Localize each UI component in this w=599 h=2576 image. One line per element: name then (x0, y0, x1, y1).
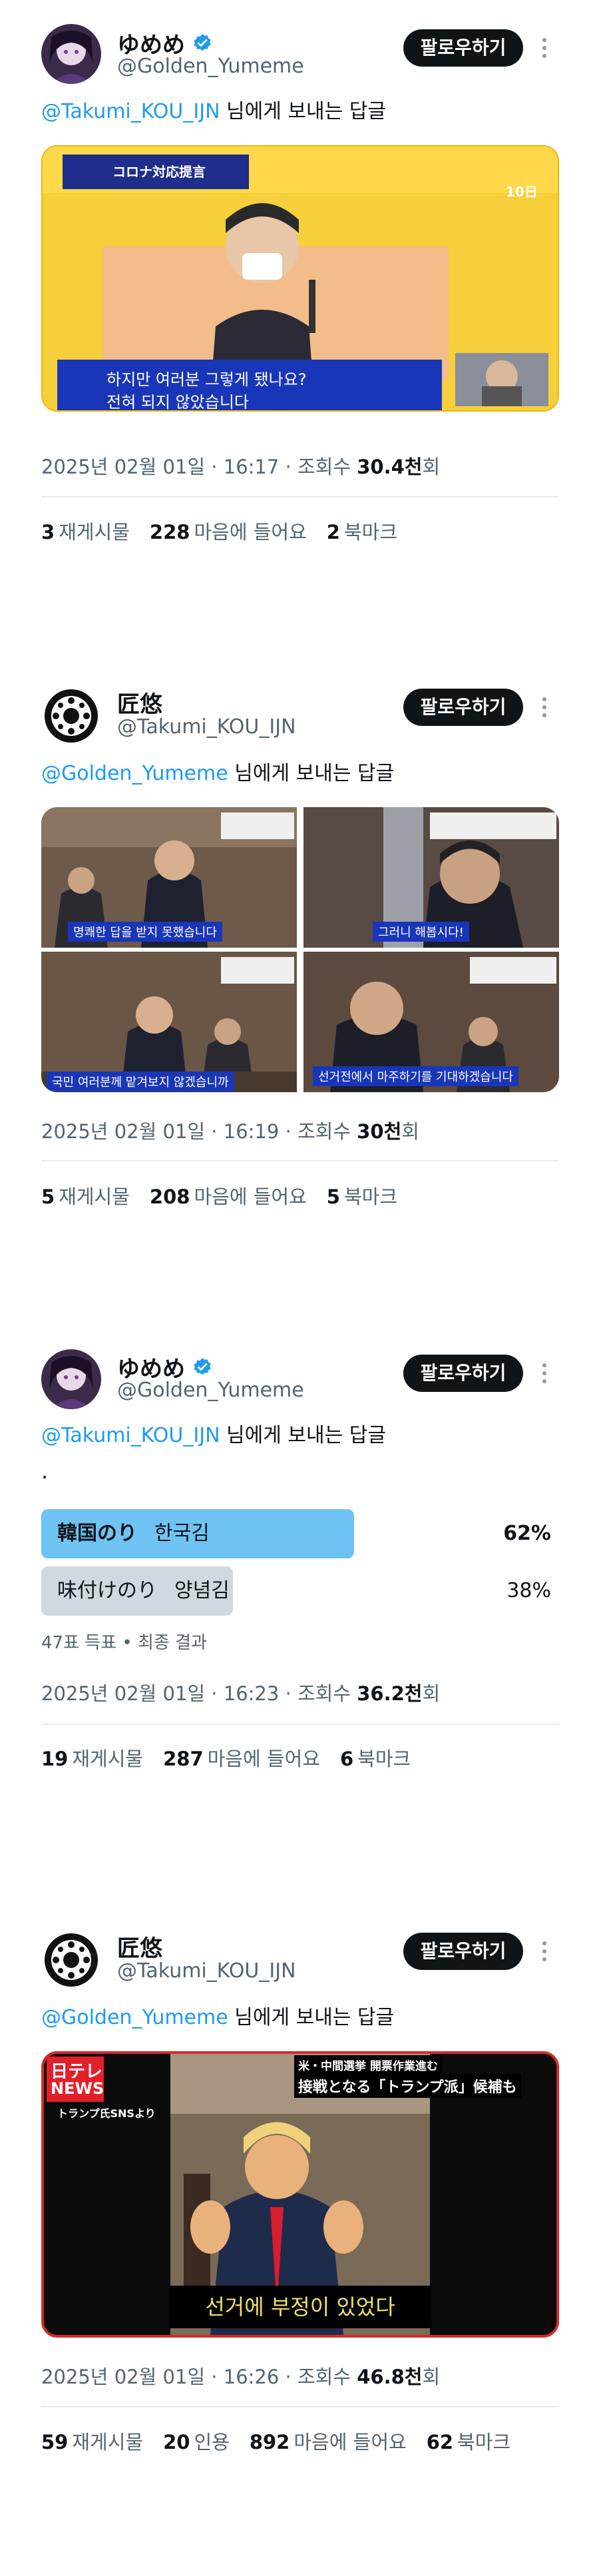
video-media[interactable]: 日テレ NEWS トランプ氏SNSより 米・中間選挙 開票作業進む 接戦となる「… (41, 2051, 559, 2338)
display-name[interactable]: 匠悠 (117, 686, 162, 719)
reply-suffix: 님에게 보내는 답글 (228, 762, 395, 785)
bookmark-stat[interactable]: 62 북마크 (427, 2427, 510, 2455)
tweet-meta: 2025년 02월 01일 · 16:17 · 조회수 30.4천회 (41, 452, 440, 480)
follow-button[interactable]: 팔로우하기 (403, 1933, 523, 1970)
reply-mention-link[interactable]: @Takumi_KOU_IJN (41, 100, 220, 123)
reply-mention-link[interactable]: @Golden_Yumeme (41, 2006, 228, 2029)
video-media[interactable]: コロナ対応提言 10日 하지만 여러분 그렇게 됐나요? 전혀 되지 않았습니다 (41, 145, 559, 412)
tweet-meta: 2025년 02월 01일 · 16:19 · 조회수 30천회 (41, 1116, 419, 1144)
view-count: 36.2천 (357, 1682, 423, 1705)
poll-option-label: 韓国のり 한국김 (57, 1522, 210, 1545)
name-row: 匠悠 (117, 1930, 162, 1963)
follow-button[interactable]: 팔로우하기 (403, 689, 523, 726)
more-options-icon[interactable] (538, 1360, 551, 1387)
avatar[interactable] (41, 24, 101, 84)
verified-badge-icon (194, 33, 211, 51)
tv-corner: 10日 (506, 184, 538, 200)
poll-footer: 47표 득표 • 최종 결과 (41, 1633, 207, 1653)
avatar[interactable] (41, 1930, 101, 1990)
grid-image-2[interactable]: 그러니 해봅시다! (303, 807, 559, 948)
follow-button[interactable]: 팔로우하기 (403, 1355, 523, 1392)
retweet-stat[interactable]: 3 재게시물 (41, 517, 130, 545)
timestamp[interactable]: 2025년 02월 01일 · 16:19 · 조회수 (41, 1120, 357, 1143)
logo-bottom: NEWS (51, 2079, 104, 2098)
tweet-stats: 5 재게시물 208 마음에 들어요 5 북마크 (41, 1181, 397, 1209)
view-suffix: 회 (422, 456, 441, 478)
divider (41, 496, 559, 497)
like-stat[interactable]: 287 마음에 들어요 (163, 1744, 320, 1771)
headline-top: 米・中間選挙 開票作業進む (294, 2055, 442, 2075)
name-row: 匠悠 (117, 686, 162, 719)
headline-main: 接戦となる「トランプ派」候補も (294, 2074, 521, 2098)
retweet-stat[interactable]: 5 재게시물 (41, 1181, 130, 1209)
bookmark-stat[interactable]: 5 북마크 (327, 1181, 397, 1209)
timestamp[interactable]: 2025년 02월 01일 · 16:26 · 조회수 (41, 2366, 357, 2388)
view-suffix: 회 (401, 1120, 419, 1143)
user-handle[interactable]: @Takumi_KOU_IJN (117, 1959, 296, 1983)
tweet-body: . (41, 1458, 49, 1484)
user-handle[interactable]: @Takumi_KOU_IJN (117, 715, 296, 739)
reply-context: @Takumi_KOU_IJN 님에게 보내는 답글 (41, 1419, 386, 1448)
grid-caption-1: 명쾌한 답을 받지 못했습니다 (68, 922, 222, 942)
poll-option-2: 味付けのり 양념김 38% (41, 1566, 559, 1616)
avatar[interactable] (41, 686, 101, 746)
image-grid: 명쾌한 답을 받지 못했습니다 그러니 해봅시다! 국민 여러분께 맡겨보지 않… (41, 807, 559, 1092)
grid-caption-3: 국민 여러분께 맡겨보지 않겠습니까 (47, 1072, 234, 1092)
tweet-stats: 3 재게시물 228 마음에 들어요 2 북마크 (41, 517, 397, 545)
tweet-meta: 2025년 02월 01일 · 16:23 · 조회수 36.2천회 (41, 1678, 440, 1706)
grid-image-4[interactable]: 선거전에서 마주하기를 기대하겠습니다 (303, 952, 559, 1092)
grid-caption-4: 선거전에서 마주하기를 기대하겠습니다 (313, 1066, 518, 1086)
reply-context: @Takumi_KOU_IJN 님에게 보내는 답글 (41, 95, 386, 124)
view-suffix: 회 (422, 1682, 441, 1705)
like-stat[interactable]: 892 마음에 들어요 (250, 2427, 407, 2455)
user-handle[interactable]: @Golden_Yumeme (117, 1379, 304, 1402)
more-options-icon[interactable] (538, 694, 551, 721)
timestamp[interactable]: 2025년 02월 01일 · 16:17 · 조회수 (41, 456, 357, 478)
like-stat[interactable]: 228 마음에 들어요 (150, 517, 307, 545)
tweet-meta: 2025년 02월 01일 · 16:26 · 조회수 46.8천회 (41, 2362, 440, 2390)
divider (41, 2406, 559, 2408)
follow-button[interactable]: 팔로우하기 (403, 29, 523, 67)
view-count: 30.4천 (357, 456, 423, 478)
reply-suffix: 님에게 보내는 답글 (228, 2006, 395, 2029)
news-source: トランプ氏SNSより (57, 2107, 156, 2120)
grid-image-1[interactable]: 명쾌한 답을 받지 못했습니다 (41, 807, 297, 948)
poll-percent: 38% (506, 1579, 551, 1602)
reply-mention-link[interactable]: @Golden_Yumeme (41, 762, 228, 785)
reply-suffix: 님에게 보내는 답글 (220, 1424, 386, 1447)
verified-badge-icon (194, 1357, 211, 1375)
tweet-stats: 19 재게시물 287 마음에 들어요 6 북마크 (41, 1744, 411, 1771)
display-name[interactable]: 匠悠 (117, 1930, 162, 1963)
user-handle[interactable]: @Golden_Yumeme (117, 55, 304, 78)
divider (41, 1724, 559, 1725)
poll-option-label: 味付けのり 양념김 (57, 1579, 230, 1602)
reply-context: @Golden_Yumeme 님에게 보내는 답글 (41, 757, 394, 786)
quote-stat[interactable]: 20 인용 (163, 2427, 230, 2455)
like-stat[interactable]: 208 마음에 들어요 (150, 1181, 307, 1209)
more-options-icon[interactable] (538, 1938, 551, 1965)
reply-mention-link[interactable]: @Takumi_KOU_IJN (41, 1424, 220, 1447)
view-suffix: 회 (422, 2366, 441, 2388)
divider (41, 1160, 559, 1161)
video-subtitle-line-1: 하지만 여러분 그렇게 됐나요? (106, 370, 307, 389)
poll-option-1: 韓国のり 한국김 62% (41, 1509, 559, 1558)
timestamp[interactable]: 2025년 02월 01일 · 16:23 · 조회수 (41, 1682, 357, 1705)
avatar[interactable] (41, 1349, 101, 1409)
video-subtitle: 선거에 부정이 있었다 (169, 2286, 431, 2328)
view-count: 30천 (357, 1120, 402, 1143)
bookmark-stat[interactable]: 6 북마크 (340, 1744, 411, 1771)
bookmark-stat[interactable]: 2 북마크 (327, 517, 397, 545)
reply-context: @Golden_Yumeme 님에게 보내는 답글 (41, 2001, 394, 2030)
video-subtitle-line-2: 전혀 되지 않았습니다 (106, 393, 249, 412)
poll-percent: 62% (503, 1522, 551, 1545)
reply-suffix: 님에게 보내는 답글 (220, 100, 386, 123)
grid-caption-2: 그러니 해봅시다! (373, 922, 469, 942)
tv-title: コロナ対応提言 (112, 164, 206, 180)
view-count: 46.8천 (357, 2366, 423, 2388)
more-options-icon[interactable] (538, 35, 551, 61)
retweet-stat[interactable]: 59 재게시물 (41, 2427, 143, 2455)
grid-image-3[interactable]: 국민 여러분께 맡겨보지 않겠습니까 (41, 952, 297, 1092)
tweet-stats: 59 재게시물 20 인용 892 마음에 들어요 62 북마크 (41, 2427, 510, 2455)
retweet-stat[interactable]: 19 재게시물 (41, 1744, 143, 1771)
